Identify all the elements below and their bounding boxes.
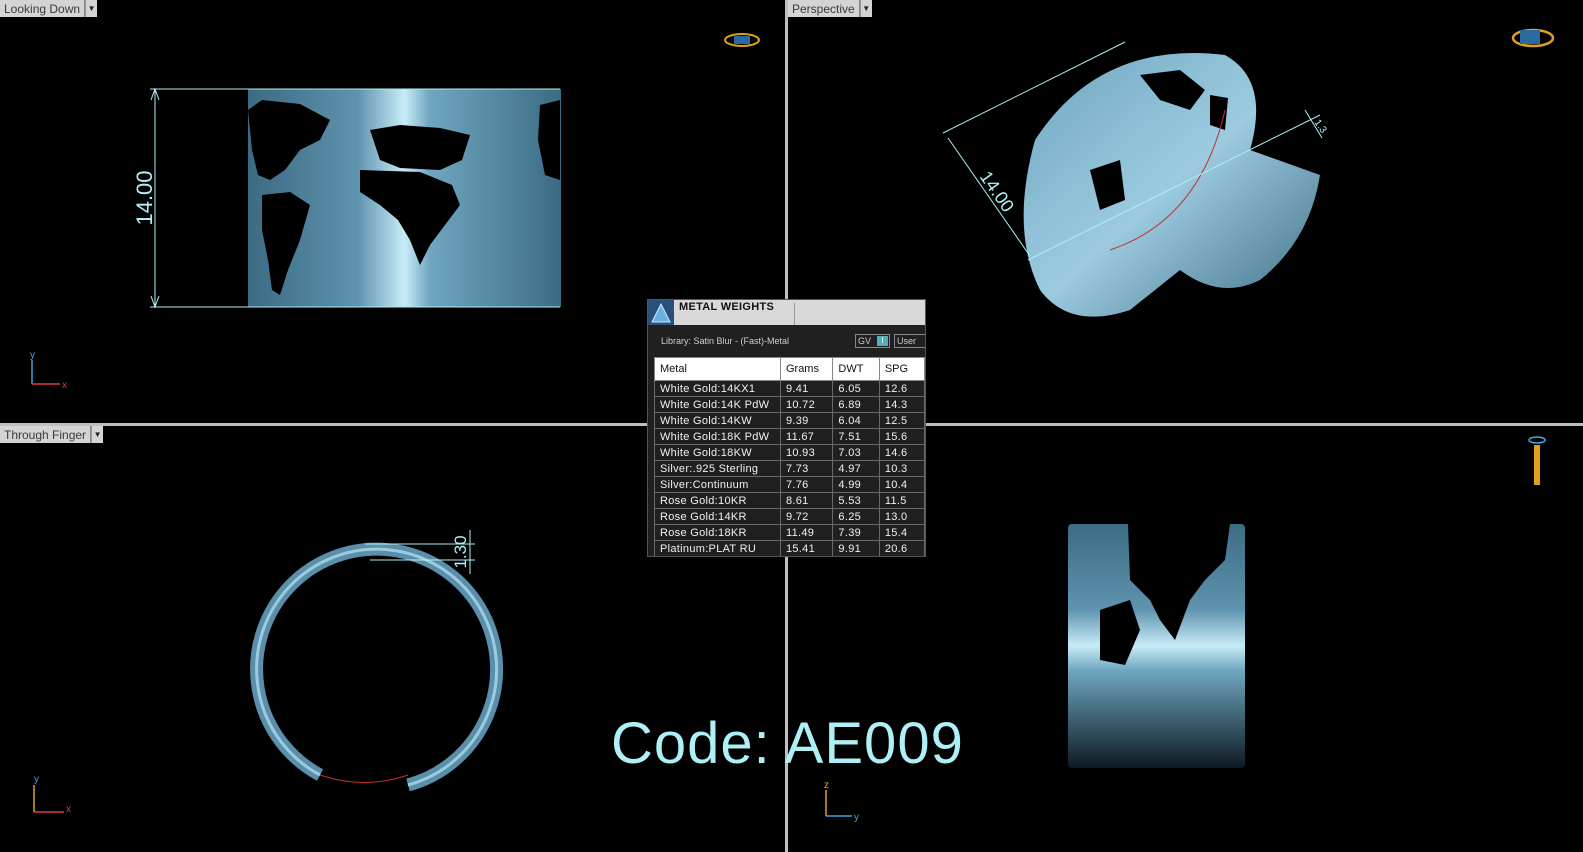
svg-text:y: y (34, 774, 39, 785)
svg-text:y: y (854, 812, 859, 823)
gv-toggle-switch[interactable]: I (877, 336, 888, 346)
spg-cell: 20.6 (878, 540, 925, 556)
table-row[interactable]: White Gold:18K PdW 11.67 7.51 15.6 (654, 428, 925, 445)
metal-weights-title: METAL WEIGHTS (679, 301, 775, 313)
chevron-down-icon[interactable]: ▼ (85, 0, 98, 17)
metal-name-cell: Rose Gold:10KR (654, 492, 781, 509)
metal-name-cell: Silver:Continuum (654, 476, 781, 493)
spg-cell: 14.6 (878, 444, 925, 461)
dwt-cell: 6.04 (832, 412, 880, 429)
table-row[interactable]: White Gold:14K PdW 10.72 6.89 14.3 (654, 396, 925, 413)
dimension-text-height: 14.00 (132, 170, 157, 225)
ring-orientation-icon[interactable] (724, 33, 760, 47)
dwt-cell: 4.99 (832, 476, 880, 493)
spg-cell: 10.3 (878, 460, 925, 477)
spg-cell: 12.6 (878, 380, 925, 397)
dwt-cell: 6.05 (832, 380, 880, 397)
svg-text:z: z (824, 780, 829, 791)
dwt-cell: 7.51 (832, 428, 880, 445)
table-row[interactable]: Silver:.925 Sterling 7.73 4.97 10.3 (654, 460, 925, 477)
grams-cell: 7.73 (779, 460, 834, 477)
metal-weights-panel[interactable]: METAL WEIGHTS Library: Satin Blur - (Fas… (647, 299, 926, 557)
grams-cell: 10.93 (779, 444, 834, 461)
table-row[interactable]: Rose Gold:10KR 8.61 5.53 11.5 (654, 492, 925, 509)
metal-name-cell: White Gold:14K PdW (654, 396, 781, 413)
grams-cell: 7.76 (779, 476, 834, 493)
metal-name-cell: Rose Gold:18KR (654, 524, 781, 541)
gv-toggle-button[interactable]: GV I (855, 334, 890, 348)
column-header-spg[interactable]: SPG (878, 357, 925, 381)
table-header-row: Metal Grams DWT SPG (654, 357, 925, 381)
product-code-label: Code: AE009 (611, 711, 964, 776)
metal-name-cell: White Gold:18KW (654, 444, 781, 461)
dwt-cell: 7.39 (832, 524, 880, 541)
grams-cell: 11.49 (779, 524, 834, 541)
chevron-down-icon[interactable]: ▼ (91, 426, 104, 443)
dwt-cell: 9.91 (832, 540, 880, 556)
spg-cell: 14.3 (878, 396, 925, 413)
dwt-cell: 4.97 (832, 460, 880, 477)
thickness-dimension-text: 1.30 (451, 535, 470, 568)
spg-cell: 13.0 (878, 508, 925, 525)
app-logo-icon (648, 300, 674, 325)
grams-cell: 9.39 (779, 412, 834, 429)
user-button[interactable]: User (894, 334, 925, 348)
spg-cell: 12.5 (878, 412, 925, 429)
viewport-label-text: Through Finger (0, 426, 92, 443)
svg-text:x: x (62, 380, 67, 391)
table-row[interactable]: Rose Gold:18KR 11.49 7.39 15.4 (654, 524, 925, 541)
ring-orientation-icon[interactable] (1511, 28, 1555, 48)
spg-cell: 15.4 (878, 524, 925, 541)
grams-cell: 15.41 (779, 540, 834, 556)
perspective-dimension-text: 14.00 (976, 167, 1018, 215)
grams-cell: 9.41 (779, 380, 834, 397)
table-row[interactable]: White Gold:18KW 10.93 7.03 14.6 (654, 444, 925, 461)
spg-cell: 10.4 (878, 476, 925, 493)
axis-indicator-xy: y x (33, 774, 71, 815)
table-row[interactable]: Rose Gold:14KR 9.72 6.25 13.0 (654, 508, 925, 525)
table-row[interactable]: Silver:Continuum 7.76 4.99 10.4 (654, 476, 925, 493)
dwt-cell: 7.03 (832, 444, 880, 461)
library-label: Library: Satin Blur - (Fast)-Metal (661, 336, 790, 346)
table-row[interactable]: White Gold:14KW 9.39 6.04 12.5 (654, 412, 925, 429)
column-header-metal[interactable]: Metal (654, 357, 781, 381)
axis-indicator-xy: y x (30, 350, 67, 391)
svg-text:x: x (66, 804, 71, 815)
grams-cell: 9.72 (779, 508, 834, 525)
dwt-cell: 6.89 (832, 396, 880, 413)
metal-name-cell: Platinum:PLAT RU (654, 540, 781, 556)
metal-name-cell: White Gold:18K PdW (654, 428, 781, 445)
column-header-grams[interactable]: Grams (779, 357, 834, 381)
spg-cell: 11.5 (878, 492, 925, 509)
metal-name-cell: Rose Gold:14KR (654, 508, 781, 525)
viewport-label-through-finger[interactable]: Through Finger ▼ (0, 426, 104, 443)
side-orientation-icon[interactable] (1528, 436, 1546, 485)
metal-name-cell: White Gold:14KW (654, 412, 781, 429)
table-row[interactable]: Platinum:PLAT RU 15.41 9.91 20.6 (654, 540, 925, 556)
metal-name-cell: White Gold:14KX1 (654, 380, 781, 397)
viewport-label-perspective[interactable]: Perspective ▼ (788, 0, 872, 17)
grams-cell: 10.72 (779, 396, 834, 413)
spg-cell: 15.6 (878, 428, 925, 445)
axis-indicator-zy: z y (824, 780, 859, 823)
metal-weights-table: Metal Grams DWT SPG White Gold:14KX1 9.41… (654, 357, 925, 556)
perspective-thickness-text: 1.3 (1312, 118, 1329, 136)
dwt-cell: 6.25 (832, 508, 880, 525)
grams-cell: 8.61 (779, 492, 834, 509)
chevron-down-icon[interactable]: ▼ (859, 0, 872, 17)
metal-weights-header: METAL WEIGHTS (648, 300, 925, 325)
viewport-label-looking-down[interactable]: Looking Down ▼ (0, 0, 98, 17)
dwt-cell: 5.53 (832, 492, 880, 509)
viewport-label-text: Perspective (788, 0, 860, 17)
metal-name-cell: Silver:.925 Sterling (654, 460, 781, 477)
viewport-label-text: Looking Down (0, 0, 86, 17)
svg-text:y: y (30, 350, 35, 361)
grams-cell: 11.67 (779, 428, 834, 445)
table-row[interactable]: White Gold:14KX1 9.41 6.05 12.6 (654, 380, 925, 397)
column-header-dwt[interactable]: DWT (832, 357, 880, 381)
